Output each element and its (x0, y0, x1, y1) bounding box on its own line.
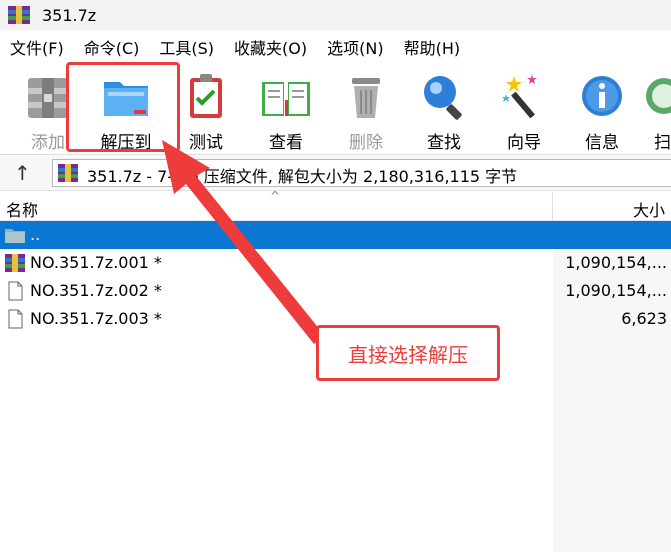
annotation-callout-text: 直接选择解压 (348, 342, 468, 367)
annotation-arrow-icon (162, 140, 325, 344)
annotation-callout: 直接选择解压 (316, 325, 500, 381)
